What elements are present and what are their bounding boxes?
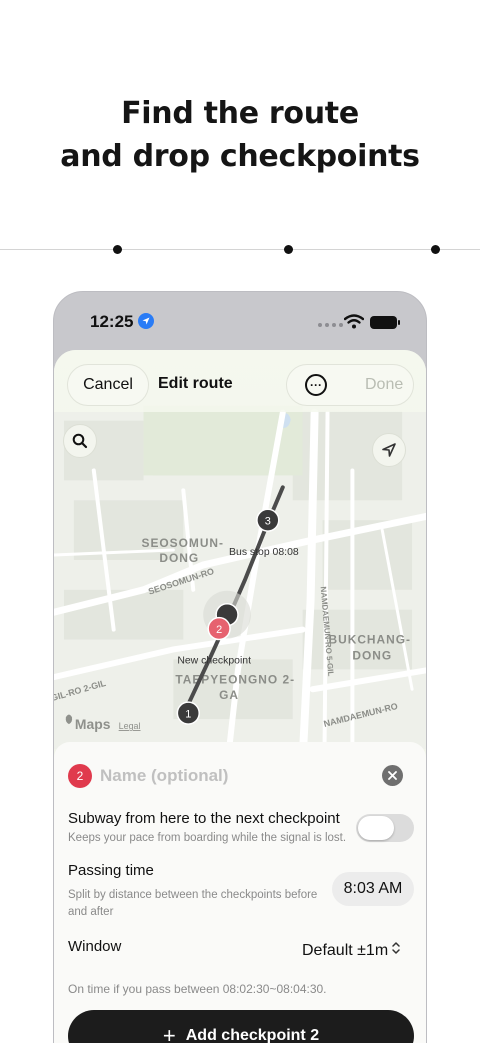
plus-icon: + xyxy=(162,1023,176,1043)
checkpoint-name-input[interactable] xyxy=(100,764,360,788)
battery-icon xyxy=(370,316,400,329)
phone-frame: 12:25 SEOSOMUN- DONG SEOSOMUN-RO NAMDAEM… xyxy=(53,291,427,1043)
timeline-dot xyxy=(113,245,122,254)
status-bar: 12:25 xyxy=(54,292,426,350)
window-title: Window xyxy=(68,938,122,955)
headline-line-2: and drop checkpoints xyxy=(60,139,420,174)
cancel-button[interactable]: Cancel xyxy=(67,364,149,406)
done-button[interactable]: Done xyxy=(365,376,403,394)
passing-time-picker[interactable]: 8:03 AM xyxy=(332,872,414,906)
passing-time-title: Passing time xyxy=(68,862,154,879)
maps-attribution: Maps xyxy=(75,716,111,732)
nav-actions: ··· Done xyxy=(286,364,414,406)
current-location-button[interactable] xyxy=(372,433,406,467)
location-arrow-icon xyxy=(382,443,396,457)
map-marker-2-number: 2 xyxy=(216,624,222,636)
map-marker-3-number: 3 xyxy=(265,516,271,528)
add-checkpoint-label: Add checkpoint 2 xyxy=(185,1027,320,1043)
map-label-district: DONG xyxy=(352,648,392,662)
timeline-dot xyxy=(431,245,440,254)
map-label-district: GA xyxy=(219,688,239,702)
map-marker-3-label: Bus stop 08:08 xyxy=(229,547,299,558)
checkpoint-panel: 2 Subway from here to the next checkpoin… xyxy=(54,742,426,1043)
checkpoint-number-badge: 2 xyxy=(68,764,92,788)
window-note: On time if you pass between 08:02:30~08:… xyxy=(68,982,327,996)
page-title: Edit route xyxy=(158,375,233,392)
add-checkpoint-button[interactable]: + Add checkpoint 2 xyxy=(68,1010,414,1043)
subway-title: Subway from here to the next checkpoint xyxy=(68,810,340,827)
map-label-district: TAEPYEONGNO 2- xyxy=(175,672,295,686)
legal-link[interactable]: Legal xyxy=(119,721,141,731)
cellular-signal-icon xyxy=(318,323,343,327)
passing-time-subtitle-2: and after xyxy=(68,906,114,918)
map-label-district: SEOSOMUN- xyxy=(142,536,224,550)
timeline-line xyxy=(0,249,480,250)
more-options-icon[interactable]: ··· xyxy=(305,374,327,396)
search-icon xyxy=(72,433,88,449)
wifi-icon xyxy=(343,314,365,334)
toggle-knob xyxy=(358,816,394,840)
timeline-dot xyxy=(284,245,293,254)
chevron-up-down-icon[interactable] xyxy=(391,941,401,956)
close-icon xyxy=(388,771,397,780)
nav-bar: Cancel Edit route ··· Done xyxy=(54,350,426,412)
subway-subtitle: Keeps your pace from boarding while the … xyxy=(68,832,347,844)
map-search-button[interactable] xyxy=(63,424,97,458)
map-marker-1-number: 1 xyxy=(185,709,191,721)
headline: Find the route and drop checkpoints xyxy=(0,92,480,178)
location-arrow-icon xyxy=(138,313,154,329)
window-value[interactable]: Default ±1m xyxy=(302,942,388,960)
status-time: 12:25 xyxy=(90,312,134,331)
map-label-district: BUKCHANG- xyxy=(329,632,411,646)
clear-name-button[interactable] xyxy=(382,765,403,786)
map-marker-2-label: New checkpoint xyxy=(177,655,251,666)
passing-time-subtitle-1: Split by distance between the checkpoint… xyxy=(68,889,318,901)
subway-toggle[interactable] xyxy=(356,814,414,842)
headline-line-1: Find the route xyxy=(121,96,359,131)
edit-route-sheet: SEOSOMUN- DONG SEOSOMUN-RO NAMDAEMUN-RO … xyxy=(54,350,426,1043)
map-label-district: DONG xyxy=(159,551,199,565)
